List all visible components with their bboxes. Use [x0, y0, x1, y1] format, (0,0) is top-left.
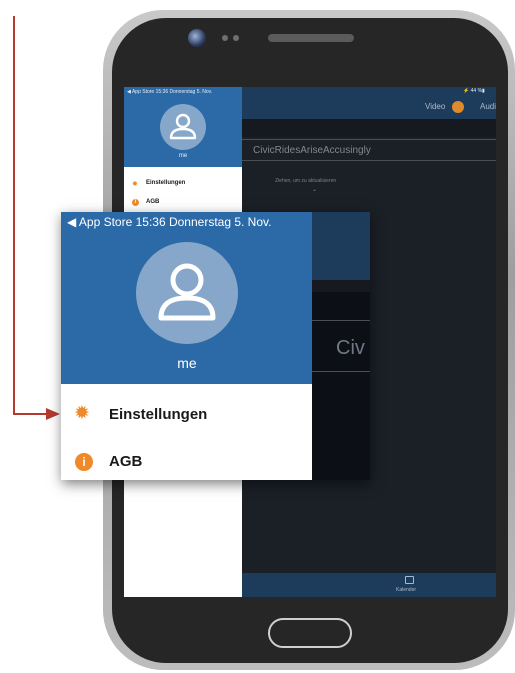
menu-item-einstellungen[interactable]: Einstellungen [146, 180, 185, 186]
chevron-down-icon: ⌄ [312, 187, 318, 193]
sensor-dot [222, 35, 228, 41]
user-name: me [178, 153, 188, 159]
menu-item-agb[interactable]: AGB [146, 199, 159, 205]
user-icon [169, 113, 197, 140]
annotation-arrow-head [46, 408, 60, 420]
user-icon [158, 263, 216, 321]
info-icon: i [132, 199, 139, 206]
user-name: me [177, 355, 197, 371]
menu-item-agb[interactable]: AGB [109, 453, 142, 470]
divider [312, 320, 370, 321]
divider [242, 160, 496, 161]
annotation-arrow-line [13, 16, 15, 415]
status-bar: ◀ App Store 15:36 Donnerstag 5. Nov. [127, 89, 213, 95]
zoom-tab-strip [312, 280, 370, 292]
audio-tab[interactable]: Audi [480, 102, 496, 111]
video-tab[interactable]: Video [425, 102, 445, 111]
avatar [136, 242, 238, 344]
gear-icon: ✹ [74, 403, 90, 424]
info-icon: i [75, 453, 93, 471]
divider [242, 139, 496, 140]
sensor-dot [233, 35, 239, 41]
annotation-arrow-line [13, 413, 49, 415]
zoom-channel-name: Civ [336, 337, 365, 359]
channel-name-field[interactable]: CivicRidesAriseAccusingly [253, 145, 371, 156]
status-bar: ◀ App Store 15:36 Donnerstag 5. Nov. [67, 215, 272, 229]
avatar [160, 104, 206, 150]
status-battery: ⚡ 44 %▮ [463, 88, 485, 94]
menu-item-einstellungen[interactable]: Einstellungen [109, 406, 207, 423]
camera-icon [188, 29, 206, 47]
gear-icon: ✹ [132, 181, 138, 188]
tab-kalender[interactable]: Kalender [396, 587, 416, 593]
video-toggle[interactable] [452, 101, 464, 113]
speaker-grille [268, 34, 354, 42]
zoom-app-header [312, 212, 370, 280]
calendar-icon[interactable] [405, 576, 414, 584]
home-button[interactable] [268, 618, 352, 648]
tab-strip [242, 119, 496, 137]
pull-to-refresh-hint: Ziehen, um zu aktualisieren [275, 178, 337, 184]
divider [312, 371, 370, 372]
bottom-tab-bar [242, 573, 496, 597]
